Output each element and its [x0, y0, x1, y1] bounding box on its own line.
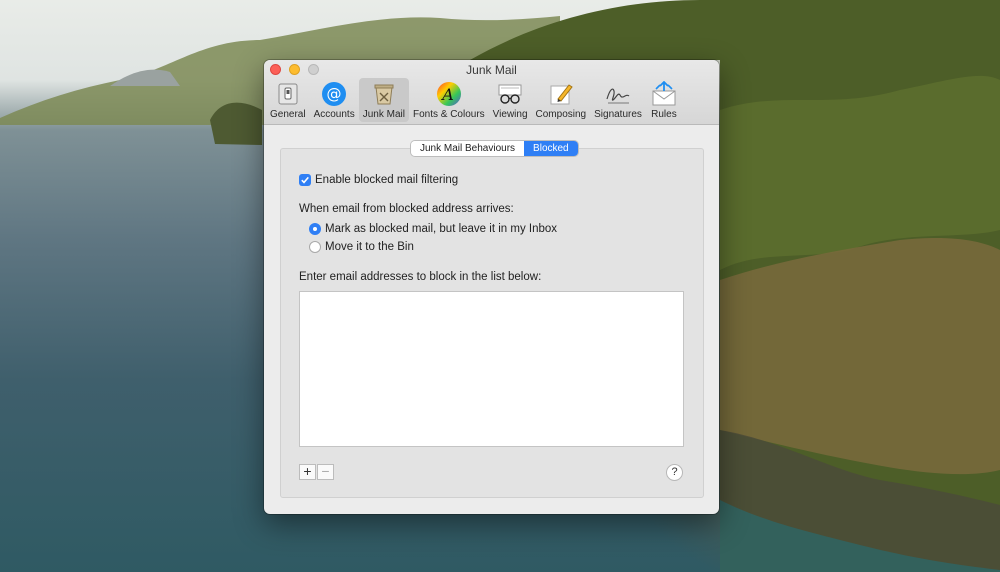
- window-title: Junk Mail: [466, 63, 517, 77]
- rules-envelope-icon: [650, 80, 678, 108]
- toolbar-item-general[interactable]: General: [266, 78, 310, 122]
- toolbar-label: Viewing: [492, 109, 528, 120]
- toolbar-label: General: [270, 109, 306, 120]
- block-list-label: Enter email addresses to block in the li…: [299, 271, 542, 283]
- junk-mail-icon: [370, 80, 398, 108]
- when-arrives-label: When email from blocked address arrives:: [299, 203, 514, 215]
- enable-blocked-label: Enable blocked mail filtering: [315, 174, 459, 186]
- preferences-toolbar: General @ Accounts Junk Mail A Fonts & C…: [266, 78, 682, 122]
- toolbar-label: Fonts & Colours: [412, 109, 485, 120]
- signature-icon: [604, 80, 632, 108]
- toolbar-label: Junk Mail: [362, 109, 405, 120]
- toolbar-item-junk-mail[interactable]: Junk Mail: [358, 78, 409, 122]
- toolbar-item-composing[interactable]: Composing: [532, 78, 591, 122]
- radio-mark-blocked[interactable]: [309, 223, 321, 235]
- svg-text:@: @: [327, 85, 342, 103]
- toolbar-label: Accounts: [313, 109, 355, 120]
- toolbar-label: Composing: [535, 109, 587, 120]
- toolbar-label: Rules: [651, 109, 677, 120]
- when-arrives-heading: When email from blocked address arrives:: [299, 203, 514, 215]
- radio-move-to-bin-label: Move it to the Bin: [325, 241, 414, 253]
- block-list-heading: Enter email addresses to block in the li…: [299, 271, 541, 283]
- blocked-addresses-list[interactable]: [299, 291, 684, 447]
- at-sign-icon: @: [320, 80, 348, 108]
- enable-blocked-checkbox[interactable]: [299, 174, 311, 186]
- svg-text:A: A: [440, 85, 454, 104]
- pencil-icon: [547, 80, 575, 108]
- titlebar: Junk Mail General @ Accounts Junk Mail A…: [264, 60, 719, 125]
- toolbar-item-signatures[interactable]: Signatures: [590, 78, 646, 122]
- radio-mark-blocked-row[interactable]: Mark as blocked mail, but leave it in my…: [309, 223, 557, 235]
- junk-mail-tab-control: Junk Mail Behaviours Blocked: [411, 141, 578, 156]
- enable-blocked-row[interactable]: Enable blocked mail filtering: [299, 174, 458, 186]
- toolbar-item-accounts[interactable]: @ Accounts: [310, 78, 359, 122]
- fonts-colours-icon: A: [435, 80, 463, 108]
- tab-blocked[interactable]: Blocked: [524, 141, 578, 156]
- toolbar-label: Signatures: [594, 109, 642, 120]
- radio-move-to-bin-row[interactable]: Move it to the Bin: [309, 241, 414, 253]
- radio-move-to-bin[interactable]: [309, 241, 321, 253]
- checkmark-icon: [301, 176, 309, 184]
- glasses-icon: [496, 80, 524, 108]
- preferences-window: Junk Mail General @ Accounts Junk Mail A…: [264, 60, 719, 514]
- general-icon: [274, 80, 302, 108]
- help-button[interactable]: ?: [666, 464, 683, 481]
- toolbar-item-rules[interactable]: Rules: [646, 78, 682, 122]
- add-address-button[interactable]: +: [299, 464, 316, 480]
- tab-junk-mail-behaviours[interactable]: Junk Mail Behaviours: [411, 141, 525, 156]
- radio-mark-blocked-label: Mark as blocked mail, but leave it in my…: [325, 223, 558, 235]
- toolbar-item-fonts-colours[interactable]: A Fonts & Colours: [409, 78, 489, 122]
- toolbar-item-viewing[interactable]: Viewing: [489, 78, 532, 122]
- remove-address-button[interactable]: −: [317, 464, 334, 480]
